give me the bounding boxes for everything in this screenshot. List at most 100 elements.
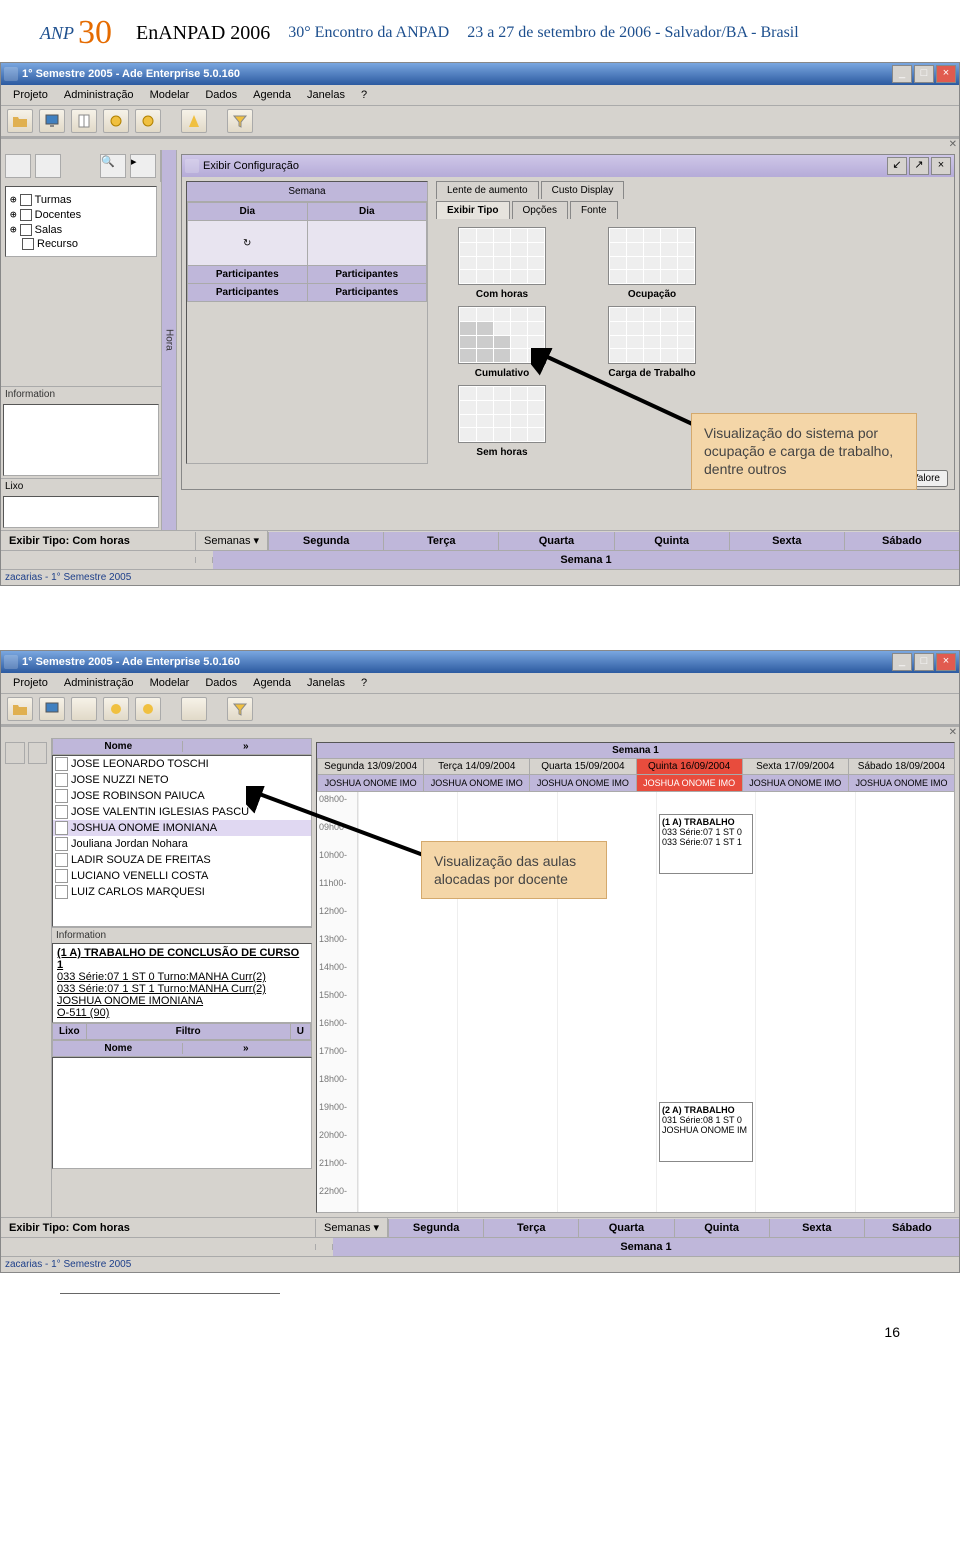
day-segunda[interactable]: Segunda [268,532,383,550]
tool-cone-icon[interactable] [181,109,207,133]
tool-monitor-icon[interactable] [39,697,65,721]
day-segunda[interactable]: Segunda [388,1219,483,1237]
tree-recurso[interactable]: Recurso [22,238,152,250]
tree-turmas[interactable]: ⊕Turmas [10,193,152,206]
tool-gear-icon[interactable] [103,697,129,721]
day-quarta[interactable]: Quarta [498,532,613,550]
titlebar-2: 1° Semestre 2005 - Ade Enterprise 5.0.16… [1,651,959,673]
config-min[interactable]: ↙ [887,157,907,175]
vtool-2[interactable] [35,154,61,178]
schedule-week-header: Semana 1 [317,743,954,759]
config-tabs-top: Lente de aumento Custo Display [436,181,950,199]
tool-gear2-icon[interactable] [135,109,161,133]
day-quinta[interactable]: Quinta [674,1219,769,1237]
tool-folder-icon[interactable] [7,697,33,721]
vtool-b[interactable] [28,742,48,764]
menu-janelas[interactable]: Janelas [301,87,351,103]
minimize-button[interactable]: _ [892,653,912,671]
thumb-com-horas[interactable]: Com horas [442,227,562,300]
tool-monitor-icon[interactable] [39,109,65,133]
logo-text: ANP [40,23,74,44]
config-max[interactable]: ↗ [909,157,929,175]
lixo-box [3,496,159,528]
menu-dados[interactable]: Dados [199,675,243,691]
anpad-logo: ANP 30 [40,14,112,52]
day-terca[interactable]: Terça [383,532,498,550]
menu-projeto[interactable]: Projeto [7,87,54,103]
tool-gear-icon[interactable] [103,109,129,133]
menu-agenda[interactable]: Agenda [247,87,297,103]
menu-dados[interactable]: Dados [199,87,243,103]
tool-filter-icon[interactable] [227,697,253,721]
semana1-label-2: Semana 1 [333,1238,959,1256]
config-tabs-bot: Exibir Tipo Opções Fonte [436,201,950,219]
lixo-label-2: Lixo [53,1024,87,1039]
menu-agenda[interactable]: Agenda [247,675,297,691]
menubar: Projeto Administração Modelar Dados Agen… [1,85,959,106]
close-button[interactable]: × [936,653,956,671]
day-quinta[interactable]: Quinta [614,532,729,550]
menu-projeto[interactable]: Projeto [7,675,54,691]
tool-filter-icon[interactable] [227,109,253,133]
page-number: 16 [0,1294,960,1360]
tab-fonte[interactable]: Fonte [570,201,618,219]
event-1[interactable]: (1 A) TRABALHO 033 Série:07 1 ST 0 033 S… [659,814,753,874]
day-sabado[interactable]: Sábado [864,1219,959,1237]
tab-opcoes[interactable]: Opções [512,201,568,219]
day-sexta[interactable]: Sexta [769,1219,864,1237]
menu-modelar[interactable]: Modelar [144,675,196,691]
tool-cone-icon[interactable] [181,697,207,721]
name-row[interactable]: JOSE LEONARDO TOSCHI [53,756,311,772]
maximize-button[interactable]: □ [914,65,934,83]
minimize-button[interactable]: _ [892,65,912,83]
close-button[interactable]: × [936,65,956,83]
information-label-2: Information [52,927,312,943]
nome-header[interactable]: Nome [55,741,182,752]
tab-exibir-tipo[interactable]: Exibir Tipo [436,201,510,219]
vtool-binoculars-icon[interactable]: 🔍 [100,154,126,178]
menu-administracao[interactable]: Administração [58,87,140,103]
statusbar-2: Exibir Tipo: Com horas Semanas ▾ Segunda… [1,1217,959,1237]
tree-salas[interactable]: ⊕Salas [10,223,152,236]
vtool-a[interactable] [5,742,25,764]
tool-gear2-icon[interactable] [135,697,161,721]
tool-book-icon[interactable] [71,109,97,133]
maximize-button[interactable]: □ [914,653,934,671]
semana-header: Semana [187,182,427,202]
vtool-arrow-icon[interactable]: ▸ [130,154,156,178]
vtool2 [1,738,51,768]
nome-header-2[interactable]: Nome [55,1043,182,1054]
tab-custo[interactable]: Custo Display [541,181,625,199]
config-icon [185,159,199,173]
window-title-2: 1° Semestre 2005 - Ade Enterprise 5.0.16… [22,656,892,668]
event-dates: 23 a 27 de setembro de 2006 - Salvador/B… [467,24,799,42]
status-semanas[interactable]: Semanas ▾ [196,531,268,550]
menu-help[interactable]: ? [355,675,373,691]
tool-folder-icon[interactable] [7,109,33,133]
thumb-ocupacao[interactable]: Ocupação [592,227,712,300]
week-selector[interactable]: Semana DiaDia ↻ ParticipantesParticipant… [186,181,428,464]
app-window-2: 1° Semestre 2005 - Ade Enterprise 5.0.16… [0,650,960,1273]
enanpad-title: EnANPAD 2006 [136,22,270,45]
day-sabado[interactable]: Sábado [844,532,959,550]
tab-lente[interactable]: Lente de aumento [436,181,539,199]
u-label[interactable]: U [291,1024,311,1039]
vtool-1[interactable] [5,154,31,178]
menu-modelar[interactable]: Modelar [144,87,196,103]
status-semanas-2[interactable]: Semanas ▾ [316,1218,388,1237]
day-quarta[interactable]: Quarta [578,1219,673,1237]
day-terca[interactable]: Terça [483,1219,578,1237]
event-2[interactable]: (2 A) TRABALHO 031 Série:08 1 ST 0 JOSHU… [659,1102,753,1162]
toolbar-2 [1,694,959,725]
menu-help[interactable]: ? [355,87,373,103]
tree-docentes[interactable]: ⊕Docentes [10,208,152,221]
menu-janelas[interactable]: Janelas [301,675,351,691]
tool-book-icon[interactable] [71,697,97,721]
name-row[interactable]: LUIZ CARLOS MARQUESI [53,884,311,900]
status-exibir-tipo-2: Exibir Tipo: Com horas [1,1219,316,1237]
menu-administracao[interactable]: Administração [58,675,140,691]
config-close[interactable]: × [931,157,951,175]
name-row[interactable]: LUCIANO VENELLI COSTA [53,868,311,884]
filtro-label[interactable]: Filtro [87,1024,291,1039]
day-sexta[interactable]: Sexta [729,532,844,550]
